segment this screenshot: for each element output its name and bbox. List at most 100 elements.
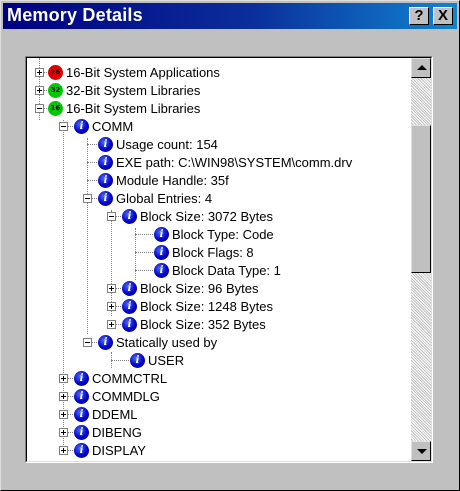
info-icon: i	[98, 154, 113, 170]
tree-node-label: DDEML	[92, 406, 138, 422]
tree-line	[135, 252, 153, 253]
tree-line	[135, 228, 136, 280]
info-icon: i	[154, 226, 169, 242]
tree-node-label: EXE path: C:\WIN98\SYSTEM\comm.drv	[116, 154, 353, 170]
tree-node-label: Global Entries: 4	[116, 190, 213, 206]
info-icon: i	[74, 424, 89, 440]
tree-node-global-entries[interactable]: i Global Entries: 4	[98, 189, 212, 207]
down-arrow-icon	[417, 449, 427, 454]
tree-node-user[interactable]: i USER	[130, 351, 184, 369]
tree-node-display[interactable]: i DISPLAY	[74, 441, 146, 459]
green-module-icon: 32	[48, 82, 63, 98]
info-icon: i	[122, 316, 137, 332]
tree-node-label: Block Type: Code	[172, 226, 274, 242]
info-icon: i	[130, 352, 145, 368]
tree-node-dibeng[interactable]: i DIBENG	[74, 423, 142, 441]
tree-node-16bit-system-libraries[interactable]: 16 16-Bit System Libraries	[48, 99, 200, 117]
expand-icon[interactable]	[59, 374, 68, 383]
tree-node-block-96[interactable]: i Block Size: 96 Bytes	[122, 279, 259, 297]
info-icon: i	[98, 136, 113, 152]
scroll-thumb[interactable]	[411, 125, 431, 273]
expand-icon[interactable]	[107, 320, 116, 329]
expand-icon[interactable]	[107, 302, 116, 311]
tree-node-label: USER	[148, 352, 185, 368]
info-icon: i	[122, 298, 137, 314]
info-icon: i	[74, 118, 89, 134]
tree-line	[135, 234, 153, 235]
info-icon: i	[98, 190, 113, 206]
scroll-up-button[interactable]	[411, 58, 431, 78]
up-arrow-icon	[417, 65, 427, 70]
expand-icon[interactable]	[59, 392, 68, 401]
collapse-icon[interactable]	[107, 212, 116, 221]
collapse-icon[interactable]	[35, 104, 44, 113]
tree-node-statically-used-by[interactable]: i Statically used by	[98, 333, 217, 351]
info-icon: i	[122, 208, 137, 224]
tree-node-label: 16-Bit System Libraries	[66, 100, 201, 116]
collapse-icon[interactable]	[83, 338, 92, 347]
tree-node-label: Block Size: 352 Bytes	[140, 316, 266, 332]
tree-node-ddeml[interactable]: i DDEML	[74, 405, 138, 423]
tree-line	[111, 360, 129, 361]
tree-node-label: Block Data Type: 1	[172, 262, 281, 278]
tree-node-block-352[interactable]: i Block Size: 352 Bytes	[122, 315, 266, 333]
tree-line	[135, 270, 153, 271]
tree-node-label: Block Size: 1248 Bytes	[140, 298, 273, 314]
info-icon: i	[154, 262, 169, 278]
collapse-icon[interactable]	[59, 122, 68, 131]
tree-node-label: DIBENG	[92, 424, 142, 440]
tree-node-label: Block Size: 3072 Bytes	[140, 208, 273, 224]
tree-node-label: Usage count: 154	[116, 136, 218, 152]
window-title: Memory Details	[7, 5, 143, 25]
collapse-icon[interactable]	[83, 194, 92, 203]
tree-node-label: Statically used by	[116, 334, 218, 350]
scroll-down-button[interactable]	[411, 441, 431, 461]
tree-node-label: Module Handle: 35f	[116, 172, 229, 188]
tree-node-label: 32-Bit System Libraries	[66, 82, 201, 98]
expand-icon[interactable]	[59, 428, 68, 437]
red-module-icon: 16	[48, 64, 63, 80]
tree-node-block-1248[interactable]: i Block Size: 1248 Bytes	[122, 297, 273, 315]
tree-view-frame: 16 16-Bit System Applications 32 32-Bit …	[25, 56, 433, 463]
tree-node-comm[interactable]: i COMM	[74, 117, 133, 135]
expand-icon[interactable]	[59, 446, 68, 455]
tree-node-block-3072[interactable]: i Block Size: 3072 Bytes	[122, 207, 273, 225]
info-icon: i	[74, 442, 89, 458]
tree-line	[87, 138, 88, 334]
tree-node-16bit-system-applications[interactable]: 16 16-Bit System Applications	[48, 63, 220, 81]
tree-node-32bit-system-libraries[interactable]: 32 32-Bit System Libraries	[48, 81, 200, 99]
tree-node-usage-count[interactable]: i Usage count: 154	[98, 135, 218, 153]
info-icon: i	[98, 334, 113, 350]
tree-node-label: Block Flags: 8	[172, 244, 254, 260]
memory-tree-view[interactable]: 16 16-Bit System Applications 32 32-Bit …	[27, 58, 410, 461]
info-icon: i	[98, 172, 113, 188]
tree-node-label: COMMDLG	[92, 388, 160, 404]
info-icon: i	[74, 370, 89, 386]
tree-line	[111, 210, 112, 316]
tree-node-commctrl[interactable]: i COMMCTRL	[74, 369, 167, 387]
tree-node-label: COMM	[92, 118, 134, 134]
tree-node-module-handle[interactable]: i Module Handle: 35f	[98, 171, 229, 189]
close-button[interactable]: X	[433, 7, 453, 25]
info-icon: i	[74, 388, 89, 404]
tree-node-block-flags[interactable]: i Block Flags: 8	[154, 243, 254, 261]
vertical-scrollbar[interactable]	[411, 58, 431, 461]
tree-node-label: COMMCTRL	[92, 370, 168, 386]
info-icon: i	[74, 406, 89, 422]
tree-node-commdlg[interactable]: i COMMDLG	[74, 387, 160, 405]
info-icon: i	[154, 244, 169, 260]
memory-details-window: Memory Details ? X 16 16-Bit System Appl…	[0, 0, 460, 491]
title-bar[interactable]: Memory Details ? X	[3, 3, 457, 29]
expand-icon[interactable]	[107, 284, 116, 293]
tree-node-label: Block Size: 96 Bytes	[140, 280, 259, 296]
tree-node-exe-path[interactable]: i EXE path: C:\WIN98\SYSTEM\comm.drv	[98, 153, 352, 171]
green-module-icon: 16	[48, 100, 63, 116]
tree-node-block-data-type[interactable]: i Block Data Type: 1	[154, 261, 281, 279]
expand-icon[interactable]	[35, 86, 44, 95]
tree-node-label: 16-Bit System Applications	[66, 64, 220, 80]
info-icon: i	[122, 280, 137, 296]
tree-node-block-type[interactable]: i Block Type: Code	[154, 225, 274, 243]
help-button[interactable]: ?	[409, 7, 429, 25]
expand-icon[interactable]	[59, 410, 68, 419]
expand-icon[interactable]	[35, 68, 44, 77]
